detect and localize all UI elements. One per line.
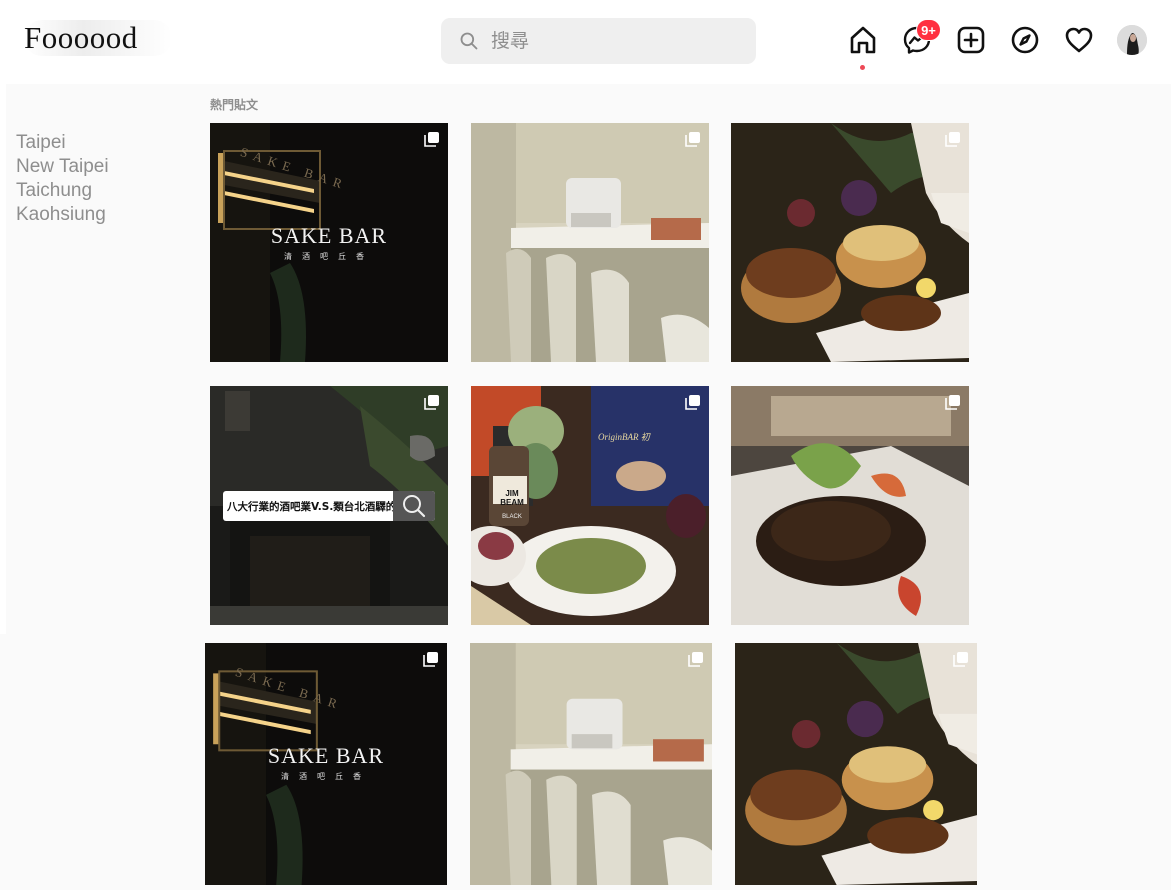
post-image	[471, 123, 709, 362]
post-image	[731, 386, 969, 625]
activity-heart-icon[interactable]	[1063, 24, 1095, 56]
messages-badge: 9+	[916, 19, 941, 41]
overlay-search-icon	[393, 491, 435, 521]
city-link-new-taipei[interactable]: New Taipei	[16, 155, 109, 179]
post-subtitle: 清酒吧丘香	[284, 252, 374, 261]
search-box[interactable]	[441, 18, 756, 64]
home-icon[interactable]	[847, 24, 879, 56]
city-list: Taipei New Taipei Taichung Kaohsiung	[16, 131, 109, 227]
post-steak-dish[interactable]	[731, 386, 969, 625]
post-food-platter-1[interactable]	[731, 123, 969, 362]
search-input[interactable]	[491, 26, 741, 56]
post-title: SAKE BAR	[267, 743, 385, 768]
post-sake-bar-1[interactable]: SAKE BAR SAKE BAR 清酒吧丘香	[210, 123, 448, 362]
carousel-icon	[424, 132, 439, 147]
bottle-sublabel: BLACK	[502, 514, 522, 520]
post-subtitle: 清酒吧丘香	[281, 772, 371, 781]
section-title-popular-posts: 熱門貼文	[210, 98, 259, 112]
carousel-icon	[688, 652, 703, 667]
new-post-icon[interactable]	[955, 24, 987, 56]
carousel-icon	[424, 395, 439, 410]
carousel-icon	[945, 132, 960, 147]
menu-logo-text: OriginBAR 初	[598, 432, 650, 442]
city-link-kaohsiung[interactable]: Kaohsiung	[16, 203, 109, 227]
post-image	[735, 643, 977, 885]
carousel-icon	[685, 395, 700, 410]
post-food-platter-2[interactable]	[735, 643, 977, 885]
avatar[interactable]	[1117, 25, 1147, 55]
post-title: SAKE BAR	[270, 223, 388, 248]
explore-icon[interactable]	[1009, 24, 1041, 56]
carousel-icon	[945, 395, 960, 410]
city-link-taipei[interactable]: Taipei	[16, 131, 109, 155]
post-image	[470, 643, 712, 885]
search-icon	[460, 32, 478, 50]
carousel-icon	[685, 132, 700, 147]
post-sake-bar-2[interactable]: SAKE BAR SAKE BAR 清酒吧丘香	[205, 643, 447, 885]
top-navigation-bar: Foooood 9+	[0, 0, 1171, 84]
post-drinks-table[interactable]: JIM BEAM BLACK OriginBAR 初	[471, 386, 709, 625]
carousel-icon	[423, 652, 438, 667]
post-bar-counter-2[interactable]	[470, 643, 712, 885]
app-logo[interactable]: Foooood	[24, 20, 172, 56]
city-link-taichung[interactable]: Taichung	[16, 179, 109, 203]
article-overlay-bar: 八大行業的酒吧業V.S.類台北酒驛的酒吧？	[223, 491, 435, 521]
bottle-label: JIM BEAM	[500, 489, 524, 507]
home-active-dot	[860, 65, 865, 70]
carousel-icon	[953, 652, 968, 667]
post-image	[731, 123, 969, 362]
post-bar-counter-1[interactable]	[471, 123, 709, 362]
post-bar-entrance-article[interactable]: 八大行業的酒吧業V.S.類台北酒驛的酒吧？	[210, 386, 448, 625]
